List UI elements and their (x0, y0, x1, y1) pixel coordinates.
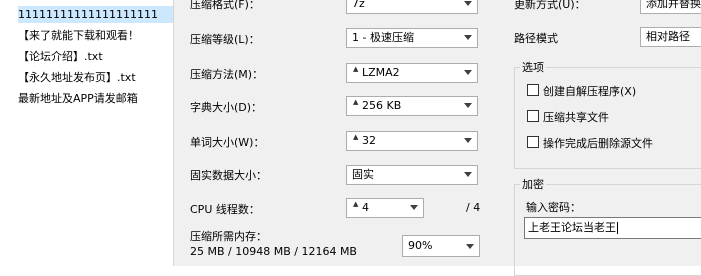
archive-format-select[interactable]: 7z (346, 0, 478, 14)
list-item[interactable]: 最新地址及APP请发邮箱 (18, 90, 173, 107)
chevron-down-icon (464, 70, 472, 75)
password-text: 上老王论坛当老王 (528, 221, 616, 234)
memory-usage-detail: 25 MB / 10948 MB / 12164 MB (190, 245, 357, 258)
cpu-threads-select[interactable]: ▲ 4 (346, 198, 424, 218)
list-item[interactable]: 11111111111111111111 (18, 6, 173, 23)
compression-method-select[interactable]: ▲ LZMA2 (346, 63, 478, 83)
sfx-checkbox-label[interactable]: 创建自解压程序(X) (543, 83, 636, 99)
chevron-down-icon (464, 35, 472, 40)
spin-arrows-icon: ▲ (353, 98, 359, 106)
word-size-value: 32 (362, 134, 376, 147)
path-mode-label: 路径模式 (514, 32, 558, 45)
update-mode-value: 添加并替换 (646, 0, 701, 10)
cpu-threads-value: 4 (362, 201, 369, 214)
password-value: 上老王论坛当老王 (528, 218, 618, 238)
solid-block-value: 固实 (352, 168, 374, 181)
path-mode-value: 相对路径 (646, 30, 690, 43)
file-name: 11111111111111111111 (18, 8, 158, 21)
list-item[interactable]: 【来了就能下载和观看！ (18, 27, 173, 44)
chevron-down-icon (464, 1, 472, 6)
spin-arrows-icon: ▲ (353, 200, 359, 208)
update-mode-select[interactable]: 添加并替换 (640, 0, 701, 14)
compression-method-label: 压缩方法(M)： (190, 68, 264, 81)
options-group-title: 选项 (520, 59, 546, 75)
encryption-group-title: 加密 (520, 176, 546, 192)
cpu-threads-label: CPU 线程数： (190, 203, 260, 216)
password-label: 输入密码： (526, 201, 581, 214)
spin-arrows-icon: ▲ (353, 65, 359, 73)
delete-after-checkbox[interactable] (527, 136, 539, 148)
sfx-checkbox[interactable] (527, 84, 539, 96)
archive-format-value: 7z (352, 0, 365, 10)
dictionary-size-label: 字典大小(D)： (190, 101, 263, 114)
file-name: 【论坛介绍】.txt (18, 50, 103, 63)
archive-format-label: 压缩格式(F)： (190, 0, 260, 11)
chevron-down-icon (410, 205, 418, 210)
shared-files-checkbox[interactable] (527, 110, 539, 122)
compression-method-value: LZMA2 (362, 66, 400, 79)
word-size-label: 单词大小(W)： (190, 136, 265, 149)
chevron-down-icon (464, 172, 472, 177)
word-size-select[interactable]: ▲ 32 (346, 131, 478, 151)
delete-after-checkbox-label[interactable]: 操作完成后删除源文件 (543, 135, 653, 151)
chevron-down-icon (464, 103, 472, 108)
shared-files-checkbox-label[interactable]: 压缩共享文件 (543, 109, 609, 125)
file-name: 【永久地址发布页】.txt (18, 71, 136, 84)
file-name: 【来了就能下载和观看！ (18, 29, 139, 42)
chevron-down-icon (466, 244, 474, 249)
compression-level-select[interactable]: 1 - 极速压缩 (346, 28, 478, 48)
memory-usage-label: 压缩所需内存： (190, 230, 267, 243)
solid-block-select[interactable]: 固实 (346, 165, 478, 185)
cpu-threads-max: / 4 (466, 201, 481, 214)
memory-percent-select[interactable]: 90% (402, 235, 480, 257)
compression-level-value: 1 - 极速压缩 (352, 31, 414, 44)
list-item[interactable]: 【永久地址发布页】.txt (18, 69, 173, 86)
list-item[interactable]: 【论坛介绍】.txt (18, 48, 173, 65)
memory-percent-value: 90% (408, 239, 433, 252)
password-input[interactable]: 上老王论坛当老王 (524, 217, 701, 239)
file-list: 11111111111111111111 【来了就能下载和观看！ 【论坛介绍】.… (0, 0, 173, 266)
dictionary-size-select[interactable]: ▲ 256 KB (346, 96, 478, 116)
update-mode-label: 更新方式(U)： (514, 0, 586, 11)
file-name: 最新地址及APP请发邮箱 (18, 92, 138, 105)
solid-block-label: 固实数据大小： (190, 169, 267, 182)
path-mode-select[interactable]: 相对路径 (640, 27, 701, 47)
chevron-down-icon (464, 138, 472, 143)
spin-arrows-icon: ▲ (353, 133, 359, 141)
dictionary-size-value: 256 KB (362, 99, 402, 112)
text-caret (617, 222, 618, 234)
add-to-archive-dialog: 压缩格式(F)： 7z 压缩等级(L)： 1 - 极速压缩 压缩方法(M)： ▲… (173, 0, 701, 276)
compression-level-label: 压缩等级(L)： (190, 33, 260, 46)
